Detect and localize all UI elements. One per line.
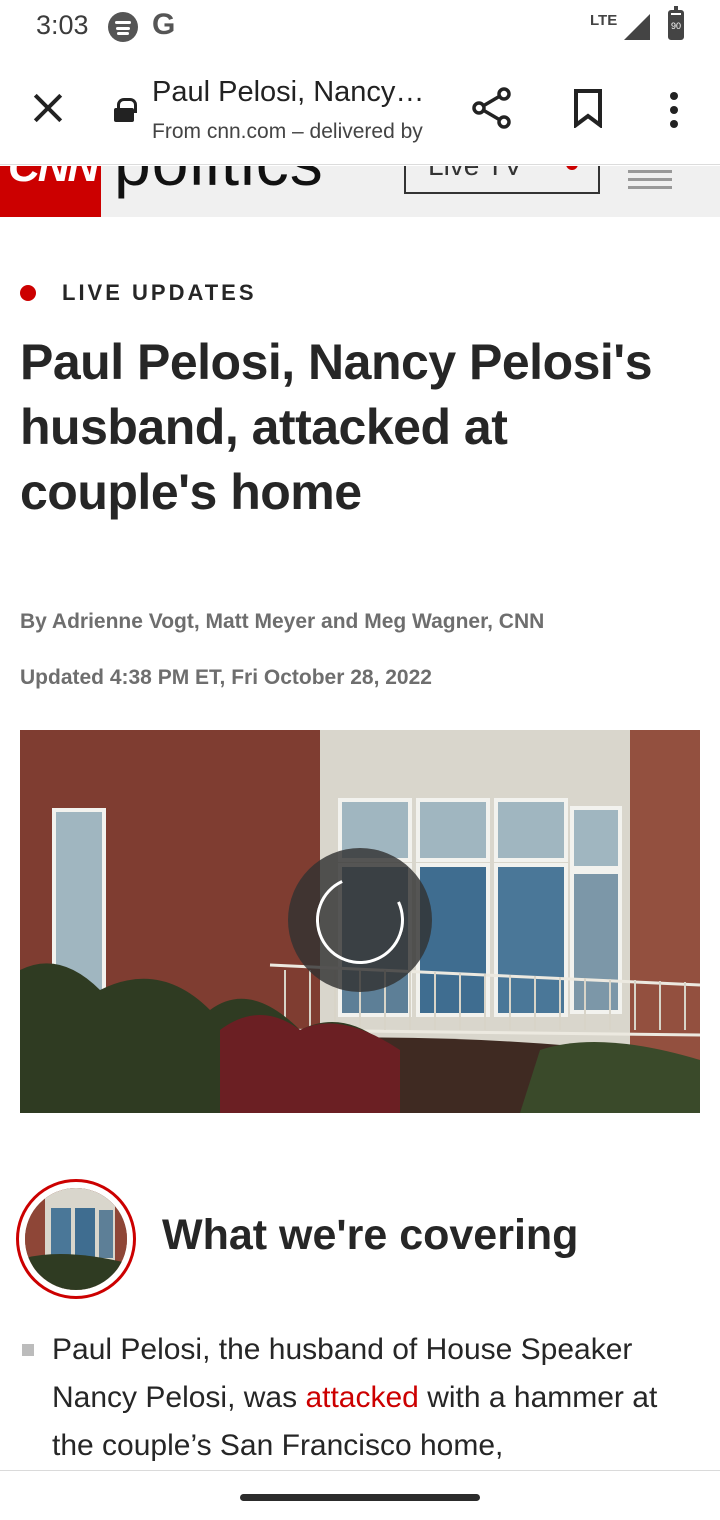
- bullet-icon: [22, 1344, 34, 1356]
- status-time: 3:03: [36, 10, 89, 40]
- loading-spinner-icon: [288, 848, 432, 992]
- status-bar: 3:03 G LTE 90: [0, 0, 720, 54]
- page-title[interactable]: Paul Pelosi, Nancy Pelosi's husband, att…: [152, 76, 432, 109]
- google-icon: G: [152, 8, 176, 41]
- home-handle[interactable]: [240, 1494, 480, 1501]
- live-tv-button[interactable]: Live TV: [404, 166, 600, 194]
- custom-tab-toolbar: Paul Pelosi, Nancy Pelosi's husband, att…: [0, 54, 720, 165]
- cnn-logo[interactable]: CNN: [0, 166, 101, 217]
- bookmark-icon[interactable]: [572, 88, 604, 128]
- page-url[interactable]: From cnn.com – delivered by Google: [152, 120, 428, 144]
- hero-image[interactable]: [20, 730, 700, 1113]
- battery-level: 90: [671, 15, 681, 37]
- live-dot-icon: [566, 166, 578, 170]
- live-indicator-icon: [20, 285, 36, 301]
- section-logo[interactable]: politics: [114, 166, 324, 200]
- article-headline: Paul Pelosi, Nancy Pelosi's husband, att…: [20, 334, 653, 520]
- lock-icon[interactable]: [114, 98, 137, 122]
- covering-heading: What we're covering: [162, 1211, 579, 1259]
- site-header: CNN politics Live TV: [0, 166, 720, 217]
- hamburger-menu-icon[interactable]: [628, 168, 672, 189]
- covering-thumbnail[interactable]: [16, 1179, 136, 1299]
- more-vert-icon[interactable]: [664, 90, 684, 130]
- battery-icon: 90: [668, 6, 684, 40]
- signal-icon: [624, 14, 650, 40]
- close-icon[interactable]: [24, 84, 72, 132]
- live-updates-tag: LIVE UPDATES: [62, 280, 257, 305]
- covering-bullet-text: Paul Pelosi, the husband of House Speake…: [52, 1326, 702, 1470]
- share-icon[interactable]: [470, 86, 514, 130]
- attacked-link[interactable]: attacked: [305, 1381, 418, 1414]
- gesture-nav-bar: [0, 1470, 720, 1520]
- live-tv-label: Live TV: [428, 166, 522, 182]
- covering-thumbnail-image: [25, 1188, 127, 1290]
- network-type: LTE: [590, 12, 618, 29]
- article-timestamp: Updated 4:38 PM ET, Fri October 28, 2022: [20, 666, 432, 689]
- spotify-icon: [108, 12, 138, 42]
- article-byline: By Adrienne Vogt, Matt Meyer and Meg Wag…: [20, 610, 545, 633]
